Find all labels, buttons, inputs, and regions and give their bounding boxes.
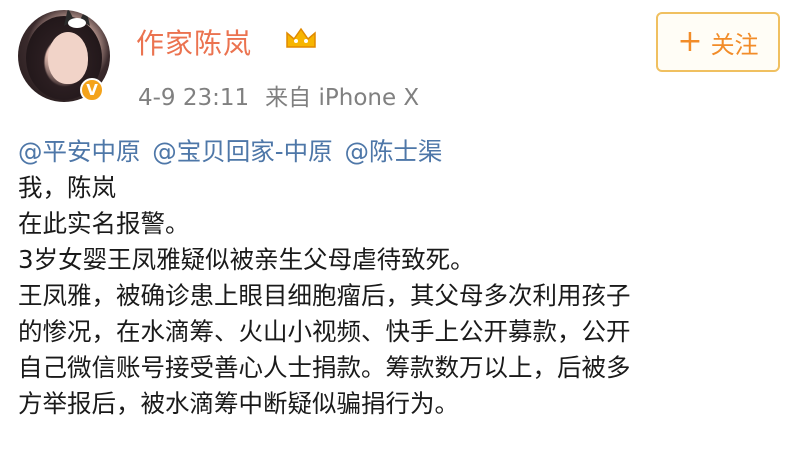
mentions-line: @平安中原 @宝贝回家-中原 @陈士渠	[18, 134, 782, 170]
post-timestamp: 4-9 23:11	[138, 85, 250, 111]
avatar-face	[48, 32, 88, 84]
mention-link[interactable]: @宝贝回家-中原	[152, 137, 332, 166]
post-line: 自己微信账号接受善心人士捐款。筹款数万以上，后被多	[18, 353, 631, 382]
mention-link[interactable]: @平安中原	[18, 137, 141, 166]
follow-button-label: 关注	[710, 30, 759, 59]
post-content: @平安中原 @宝贝回家-中原 @陈士渠 我，陈岚 在此实名报警。 3岁女婴王凤雅…	[18, 134, 782, 422]
dog-ears-icon	[64, 10, 90, 28]
post-source: 来自 iPhone X	[265, 85, 420, 111]
plus-icon: +	[677, 24, 703, 59]
username[interactable]: 作家陈岚	[136, 22, 252, 62]
verified-badge: V	[80, 78, 104, 102]
vip-crown-icon	[286, 27, 316, 48]
post-meta: 4-9 23:11 来自 iPhone X	[138, 78, 419, 112]
post-line: 我，陈岚	[18, 173, 116, 202]
post-line: 3岁女婴王凤雅疑似被亲生父母虐待致死。	[18, 245, 475, 274]
mention-link[interactable]: @陈士渠	[344, 137, 442, 166]
post-line: 方举报后，被水滴筹中断疑似骗捐行为。	[18, 389, 459, 418]
post-line: 在此实名报警。	[18, 209, 190, 238]
follow-button[interactable]: + 关注	[656, 12, 780, 72]
post-line: 王凤雅，被确诊患上眼目细胞瘤后，其父母多次利用孩子	[18, 281, 631, 310]
post-line: 的惨况，在水滴筹、火山小视频、快手上公开募款，公开	[18, 317, 631, 346]
